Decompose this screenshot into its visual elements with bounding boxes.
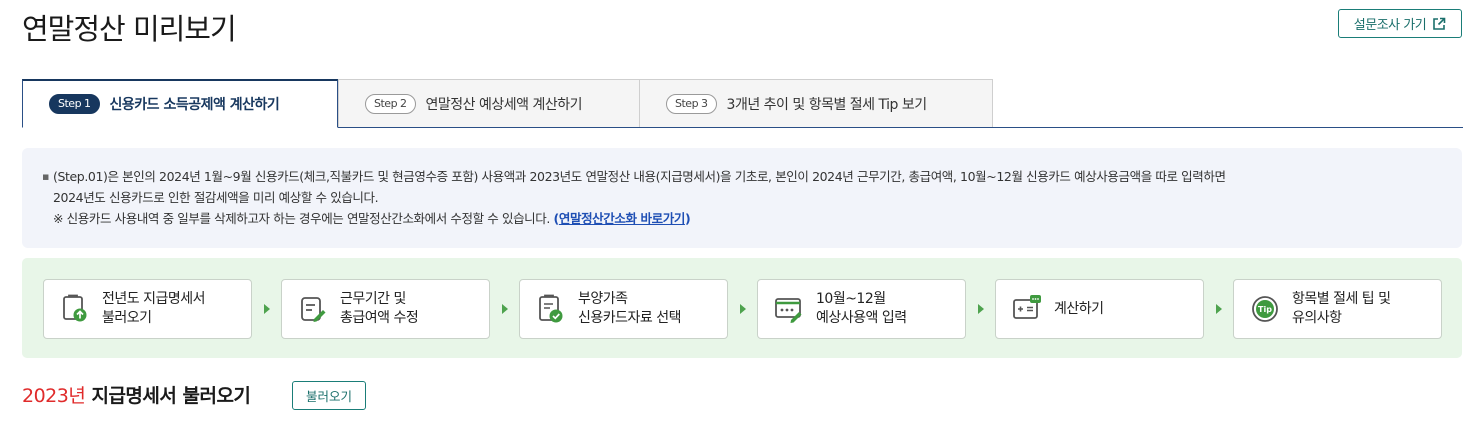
svg-text:Tip: Tip [1258,305,1272,314]
arrow-right-icon [978,304,984,314]
tab-label: 연말정산 예상세액 계산하기 [425,96,583,113]
document-edit-icon [298,294,328,324]
document-check-icon [536,294,566,324]
info-note-text: ※ 신용카드 사용내역 중 일부를 삭제하고자 하는 경우에는 연말정산간소화에… [53,211,550,226]
process-step-label: 10월~12월 예상사용액 입력 [816,291,907,326]
page-title: 연말정산 미리보기 [22,12,237,46]
tip-badge-icon: Tip [1250,294,1280,324]
input-screen-icon [774,294,804,324]
tab-label: 3개년 추이 및 항목별 절세 Tip 보기 [726,96,928,113]
arrow-right-icon [1216,304,1222,314]
info-line1-text: (Step.01)은 본인의 2024년 1월~9월 신용카드(체크,직불카드 … [53,169,1226,184]
process-step-label: 근무기간 및 총급여액 수정 [340,291,419,326]
tab-step2[interactable]: Step 2 연말정산 예상세액 계산하기 [338,79,640,127]
info-note: ※ 신용카드 사용내역 중 일부를 삭제하고자 하는 경우에는 연말정산간소화에… [42,208,1442,229]
external-link-icon [1433,17,1446,30]
calculator-icon [1012,294,1042,324]
process-step-load-statement: 전년도 지급명세서 불러오기 [43,279,252,339]
process-step-label: 부양가족 신용카드자료 선택 [578,291,682,326]
step-tabs: Step 1 신용카드 소득공제액 계산하기 Step 2 연말정산 예상세액 … [22,79,1463,128]
bullet-dot-icon: ▪ [42,170,50,183]
info-text-line-2: 2024년도 신용카드로 인한 절감세액을 미리 예상할 수 있습니다. [53,190,379,205]
arrow-right-icon [264,304,270,314]
process-step-label: 계산하기 [1054,300,1104,317]
tab-step3[interactable]: Step 3 3개년 추이 및 항목별 절세 Tip 보기 [639,79,993,127]
process-step-label: 항목별 절세 팁 및 유의사항 [1292,291,1391,326]
process-step-edit-salary: 근무기간 및 총급여액 수정 [281,279,490,339]
info-text-line: ▪ (Step.01)은 본인의 2024년 1월~9월 신용카드(체크,직불카… [42,166,1442,187]
survey-button-label: 설문조사 가기 [1353,18,1427,33]
section-title: 2023년 지급명세서 불러오기 [22,381,251,408]
process-step-input-expected: 10월~12월 예상사용액 입력 [757,279,966,339]
process-step-tips: Tip 항목별 절세 팁 및 유의사항 [1233,279,1442,339]
tab-label: 신용카드 소득공제액 계산하기 [109,97,280,113]
arrow-right-icon [740,304,746,314]
process-step-select-dependents: 부양가족 신용카드자료 선택 [519,279,728,339]
arrow-right-icon [502,304,508,314]
info-box: ▪ (Step.01)은 본인의 2024년 1월~9월 신용카드(체크,직불카… [22,148,1462,248]
document-upload-icon [60,294,90,324]
survey-button[interactable]: 설문조사 가기 [1338,9,1462,38]
section-title-text: 지급명세서 불러오기 [91,385,251,407]
tab-step1[interactable]: Step 1 신용카드 소득공제액 계산하기 [22,79,338,128]
load-statement-button[interactable]: 불러오기 [292,381,366,410]
step-badge: Step 1 [49,94,100,114]
process-step-label: 전년도 지급명세서 불러오기 [102,291,206,326]
step-badge: Step 2 [365,93,416,114]
simplified-service-link[interactable]: 연말정산간소화 바로가기 [559,211,685,226]
paren-close: ) [684,211,691,226]
section-year: 2023년 [22,385,86,407]
process-flow: 전년도 지급명세서 불러오기 근무기간 및 총급여액 수정 부양가족 신용카드자… [22,258,1462,358]
process-step-calculate: 계산하기 [995,279,1204,339]
step-badge: Step 3 [666,93,717,114]
